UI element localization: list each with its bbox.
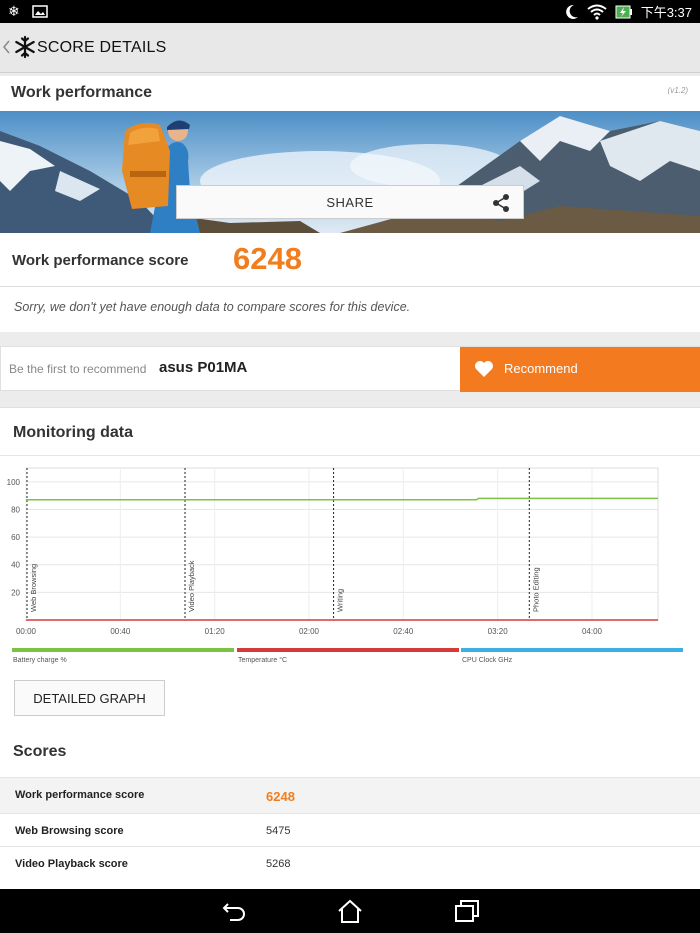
phase-marker-label: Writing: [336, 589, 345, 612]
x-tick-label: 02:40: [393, 627, 414, 636]
table-row: Work performance score 6248: [0, 777, 700, 813]
heart-icon: [475, 361, 493, 377]
back-icon[interactable]: [220, 898, 248, 924]
phase-marker-label: Video Playback: [187, 560, 196, 612]
score-label: Work performance score: [12, 252, 189, 269]
table-row: Web Browsing score 5475: [0, 813, 700, 846]
table-row: Video Playback score 5268: [0, 846, 700, 879]
status-time: 下午3:37: [640, 5, 692, 20]
share-icon: [493, 194, 509, 212]
score-value: 5268: [266, 858, 291, 870]
recent-apps-icon[interactable]: [453, 898, 481, 924]
x-tick-label: 03:20: [488, 627, 509, 636]
chevron-left-icon: [3, 40, 10, 54]
share-label: SHARE: [326, 195, 374, 210]
device-name: asus P01MA: [159, 359, 248, 376]
score-name: Work performance score: [15, 789, 145, 801]
status-bar: ❄ 下午3:37: [0, 0, 700, 23]
legend-bar: [237, 648, 459, 652]
battery-charging-icon: [615, 5, 632, 18]
scores-title: Scores: [13, 743, 67, 760]
x-tick-label: 02:00: [299, 627, 320, 636]
snowflake-logo-icon: [15, 35, 35, 59]
y-tick-label: 20: [11, 588, 20, 597]
back-button[interactable]: [2, 35, 37, 59]
home-icon[interactable]: [336, 898, 364, 924]
detailed-graph-button[interactable]: DETAILED GRAPH: [14, 680, 165, 716]
version-label: (v1.2): [667, 86, 688, 95]
legend-label: CPU Clock GHz: [462, 657, 513, 664]
x-tick-label: 04:00: [582, 627, 603, 636]
wifi-icon: [587, 4, 607, 20]
card-title: Work performance: [11, 84, 153, 101]
monitoring-title: Monitoring data: [13, 424, 133, 441]
share-button[interactable]: SHARE: [176, 185, 524, 219]
phase-marker-label: Photo Editing: [531, 567, 540, 612]
monitoring-chart: 100 80 60 40 20 00:00 00:40 01:20 02:00 02:40 03:2…: [7, 467, 683, 664]
phase-marker-label: Web Browsing: [29, 564, 38, 612]
recommend-button[interactable]: Recommend: [460, 347, 700, 392]
action-bar: SCORE DETAILS: [0, 23, 700, 73]
image-icon: [31, 5, 48, 18]
work-performance-card: Work performance (v1.2) SHARE Work perfo…: [0, 76, 700, 332]
score-name: Web Browsing score: [15, 825, 124, 837]
detailed-graph-label: DETAILED GRAPH: [33, 691, 146, 706]
x-tick-label: 01:20: [205, 627, 226, 636]
legend-label: Battery charge %: [13, 657, 67, 664]
legend-bar: [461, 648, 683, 652]
page-title: SCORE DETAILS: [37, 39, 167, 56]
y-tick-label: 80: [11, 505, 20, 514]
x-tick-label: 00:00: [16, 627, 37, 636]
recommend-prompt: Be the first to recommend: [9, 362, 147, 376]
recommend-label: Recommend: [504, 361, 578, 376]
y-tick-label: 100: [7, 478, 21, 487]
y-tick-label: 60: [11, 533, 20, 542]
score-value: 5475: [266, 825, 291, 837]
score-name: Video Playback score: [15, 858, 128, 870]
score-value: 6248: [233, 241, 302, 276]
legend-bar: [12, 648, 234, 652]
divider: [0, 455, 700, 456]
moon-icon: [565, 4, 578, 19]
legend-label: Temperature °C: [238, 656, 287, 664]
no-compare-message: Sorry, we don't yet have enough data to …: [14, 300, 411, 314]
monitoring-card: Monitoring data 100 80 60 40 20 00:00 00:40 01:…: [0, 407, 700, 889]
score-row: Work performance score 6248: [0, 233, 700, 287]
recommend-bar: Be the first to recommend asus P01MA Rec…: [0, 346, 700, 392]
score-value: 6248: [266, 789, 295, 804]
navigation-bar: [0, 889, 700, 933]
snowflake-icon: ❄: [8, 3, 20, 19]
y-tick-label: 40: [11, 561, 20, 570]
x-tick-label: 00:40: [110, 627, 131, 636]
scores-table: Work performance score 6248 Web Browsing…: [0, 777, 700, 879]
